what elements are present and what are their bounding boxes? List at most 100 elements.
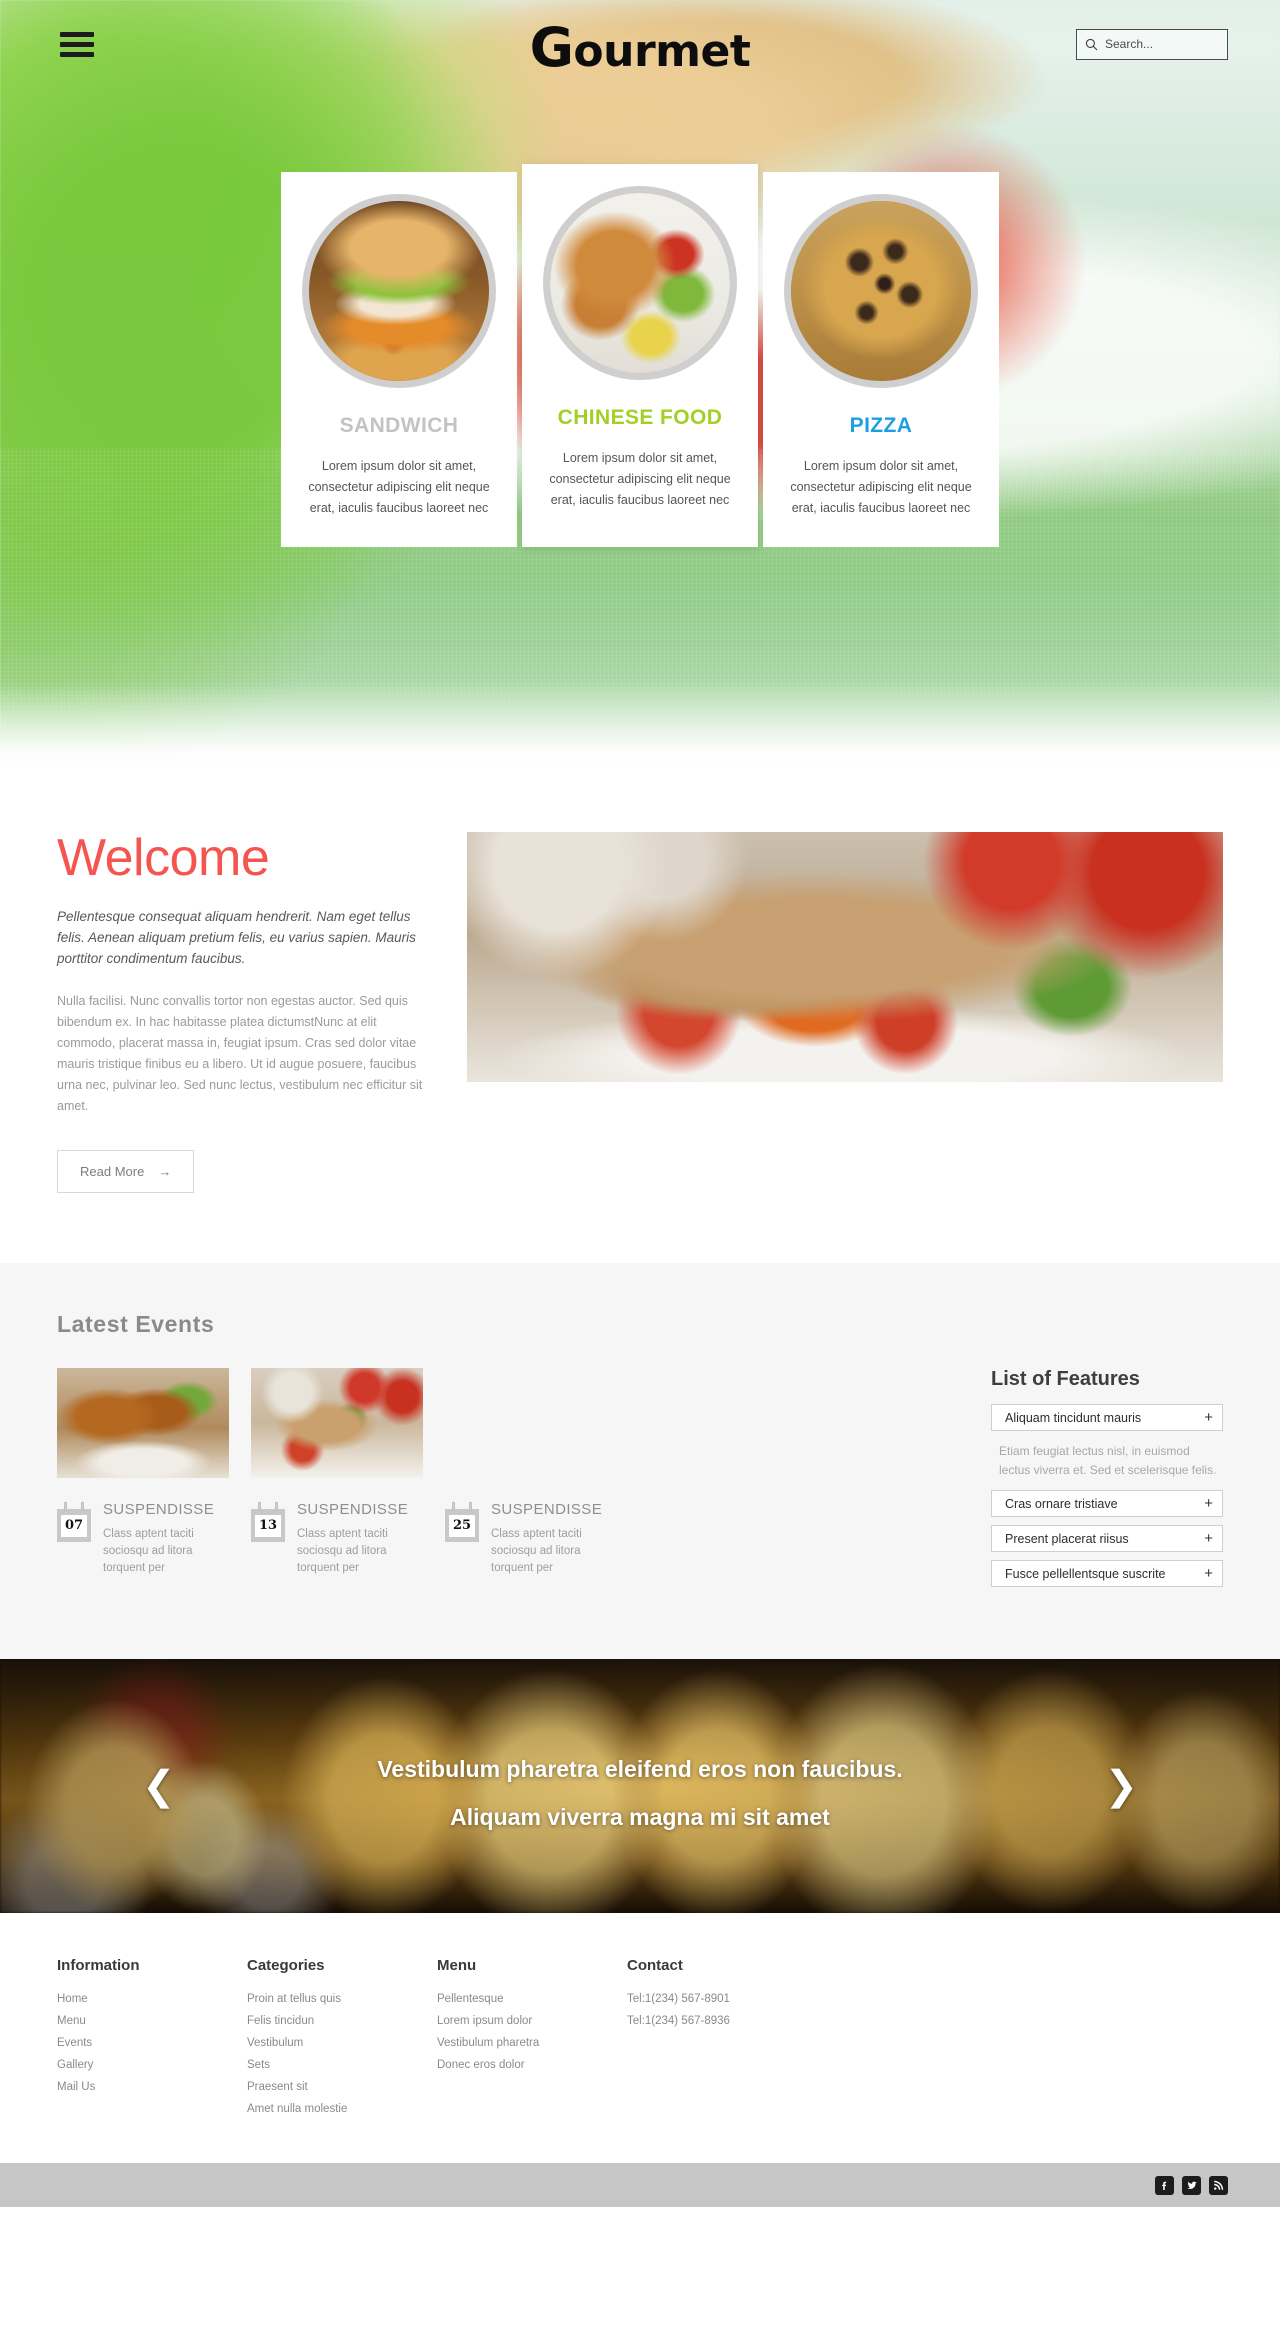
page-title: Welcome — [57, 829, 270, 887]
footer-link[interactable]: Lorem ipsum dolor — [437, 2013, 627, 2029]
card-chinese-food[interactable]: CHINESE FOOD Lorem ipsum dolor sit amet,… — [522, 164, 758, 547]
facebook-icon[interactable] — [1155, 2175, 1174, 2195]
event-title: SUSPENDISSE — [297, 1501, 409, 1518]
footer-column-contact: Contact Tel:1(234) 567-8901 Tel:1(234) 5… — [627, 1957, 817, 2123]
footer-link[interactable]: Praesent sit — [247, 2079, 437, 2095]
sandwich-photo — [302, 194, 496, 388]
logo-rest: ourmet — [573, 26, 751, 77]
rss-icon[interactable] — [1209, 2175, 1228, 2195]
burger-fries-photo — [445, 1368, 617, 1478]
plus-icon: + — [1204, 1409, 1213, 1426]
calendar-icon: 25 — [445, 1502, 479, 1577]
event-cards: 07 SUSPENDISSE Class aptent taciti socio… — [57, 1368, 617, 1595]
carousel-line-1: Vestibulum pharetra eleifend eros non fa… — [377, 1756, 903, 1782]
site-header: Gourmet — [0, 0, 1280, 88]
event-day: 07 — [61, 1515, 87, 1537]
event-day: 13 — [255, 1515, 281, 1537]
footer-heading: Menu — [437, 1957, 477, 1974]
event-day: 25 — [449, 1515, 475, 1537]
hero-cards: SANDWICH Lorem ipsum dolor sit amet, con… — [0, 88, 1280, 547]
accordion-label: Present placerat riisus — [1005, 1531, 1129, 1546]
footer-link[interactable]: Pellentesque — [437, 1991, 627, 2007]
footer-link[interactable]: Gallery — [57, 2057, 247, 2073]
accordion-label: Aliquam tincidunt mauris — [1005, 1410, 1142, 1425]
carousel-prev-icon[interactable]: ❮ — [142, 1766, 176, 1806]
carousel-line-2: Aliquam viverra magna mi sit amet — [450, 1804, 830, 1830]
footer-link[interactable]: Donec eros dolor — [437, 2057, 627, 2073]
calendar-icon: 07 — [57, 1502, 91, 1577]
card-title: CHINESE FOOD — [557, 406, 723, 429]
hero-bottom-fade — [0, 682, 1280, 772]
footer-column-information: Information Home Menu Events Gallery Mai… — [57, 1957, 247, 2123]
event-meta: 25 SUSPENDISSE Class aptent taciti socio… — [445, 1501, 617, 1577]
footer-phone[interactable]: Tel:1(234) 567-8901 — [627, 1991, 817, 2007]
plus-icon: + — [1204, 1495, 1213, 1512]
read-more-button[interactable]: Read More → — [57, 1150, 195, 1193]
event-description: Class aptent taciti sociosqu ad litora t… — [297, 1527, 388, 1574]
promo-carousel: Vestibulum pharetra eleifend eros non fa… — [0, 1659, 1280, 1913]
gourmet-homepage: Gourmet SANDWICH Lorem ipsum dolor sit a… — [0, 0, 1280, 2207]
card-sandwich[interactable]: SANDWICH Lorem ipsum dolor sit amet, con… — [281, 172, 517, 547]
event-meta: 07 SUSPENDISSE Class aptent taciti socio… — [57, 1501, 229, 1577]
grilled-meat-photo — [57, 1368, 229, 1478]
footer-link[interactable]: Mail Us — [57, 2079, 247, 2095]
footer-heading: Categories — [247, 1957, 325, 1974]
accordion-label: Cras ornare tristiave — [1005, 1496, 1118, 1511]
event-card[interactable]: 07 SUSPENDISSE Class aptent taciti socio… — [57, 1368, 229, 1595]
footer-link[interactable]: Menu — [57, 2013, 247, 2029]
arrow-right-icon: → — [158, 1164, 172, 1179]
footer-link[interactable]: Home — [57, 1991, 247, 2007]
calendar-icon: 13 — [251, 1502, 285, 1577]
footer-social-bar — [0, 2163, 1280, 2207]
accordion-item-2[interactable]: Cras ornare tristiave + — [991, 1490, 1223, 1517]
footer-link[interactable]: Amet nulla molestie — [247, 2101, 437, 2117]
carousel-caption: Vestibulum pharetra eleifend eros non fa… — [0, 1745, 1280, 1841]
event-title: SUSPENDISSE — [491, 1501, 603, 1518]
event-title: SUSPENDISSE — [103, 1501, 215, 1518]
footer-link[interactable]: Events — [57, 2035, 247, 2051]
footer-link[interactable]: Vestibulum — [247, 2035, 437, 2051]
event-meta: 13 SUSPENDISSE Class aptent taciti socio… — [251, 1501, 423, 1577]
plus-icon: + — [1204, 1530, 1213, 1547]
chinese-food-photo — [543, 186, 737, 380]
footer-link[interactable]: Proin at tellus quis — [247, 1991, 437, 2007]
meat-vegetables-photo — [251, 1368, 423, 1478]
read-more-label: Read More — [80, 1164, 145, 1179]
welcome-text-column: Welcome Pellentesque consequat aliquam h… — [57, 832, 427, 1193]
card-pizza[interactable]: PIZZA Lorem ipsum dolor sit amet, consec… — [763, 172, 999, 547]
latest-events-section: Latest Events 07 SUSPENDISSE Class apten… — [0, 1263, 1280, 1659]
footer-heading: Information — [57, 1957, 140, 1974]
footer-link[interactable]: Sets — [247, 2057, 437, 2073]
footer-link[interactable]: Felis tincidun — [247, 2013, 437, 2029]
accordion-item-3[interactable]: Present placerat riisus + — [991, 1525, 1223, 1552]
hero-section: Gourmet SANDWICH Lorem ipsum dolor sit a… — [0, 0, 1280, 772]
site-footer: Information Home Menu Events Gallery Mai… — [0, 1913, 1280, 2163]
logo-capital: G — [529, 16, 574, 79]
footer-phone[interactable]: Tel:1(234) 567-8936 — [627, 2013, 817, 2029]
card-title: SANDWICH — [339, 414, 459, 437]
event-card[interactable]: 13 SUSPENDISSE Class aptent taciti socio… — [251, 1368, 423, 1595]
features-panel: List of Features Aliquam tincidunt mauri… — [991, 1368, 1223, 1595]
card-text: Lorem ipsum dolor sit amet, consectetur … — [549, 451, 731, 507]
welcome-body: Nulla facilisi. Nunc convallis tortor no… — [57, 994, 423, 1113]
accordion-item-1[interactable]: Aliquam tincidunt mauris + — [991, 1404, 1223, 1431]
twitter-icon[interactable] — [1182, 2175, 1201, 2195]
section-title-events: Latest Events — [57, 1311, 215, 1337]
site-logo[interactable]: Gourmet — [0, 16, 1280, 79]
event-card[interactable]: 25 SUSPENDISSE Class aptent taciti socio… — [445, 1368, 617, 1595]
features-title: List of Features — [991, 1368, 1140, 1390]
welcome-section: Welcome Pellentesque consequat aliquam h… — [0, 772, 1280, 1263]
footer-column-menu: Menu Pellentesque Lorem ipsum dolor Vest… — [437, 1957, 627, 2123]
welcome-lead: Pellentesque consequat aliquam hendrerit… — [57, 909, 416, 966]
card-text: Lorem ipsum dolor sit amet, consectetur … — [790, 459, 972, 515]
footer-heading: Contact — [627, 1957, 683, 1974]
pizza-photo — [784, 194, 978, 388]
carousel-next-icon[interactable]: ❯ — [1104, 1766, 1138, 1806]
goulash-dish-photo — [467, 832, 1223, 1082]
card-text: Lorem ipsum dolor sit amet, consectetur … — [308, 459, 490, 515]
footer-link[interactable]: Vestibulum pharetra — [437, 2035, 627, 2051]
event-description: Class aptent taciti sociosqu ad litora t… — [103, 1527, 194, 1574]
accordion-item-4[interactable]: Fusce pellellentsque suscrite + — [991, 1560, 1223, 1587]
events-row: 07 SUSPENDISSE Class aptent taciti socio… — [57, 1368, 1223, 1595]
plus-icon: + — [1204, 1565, 1213, 1582]
